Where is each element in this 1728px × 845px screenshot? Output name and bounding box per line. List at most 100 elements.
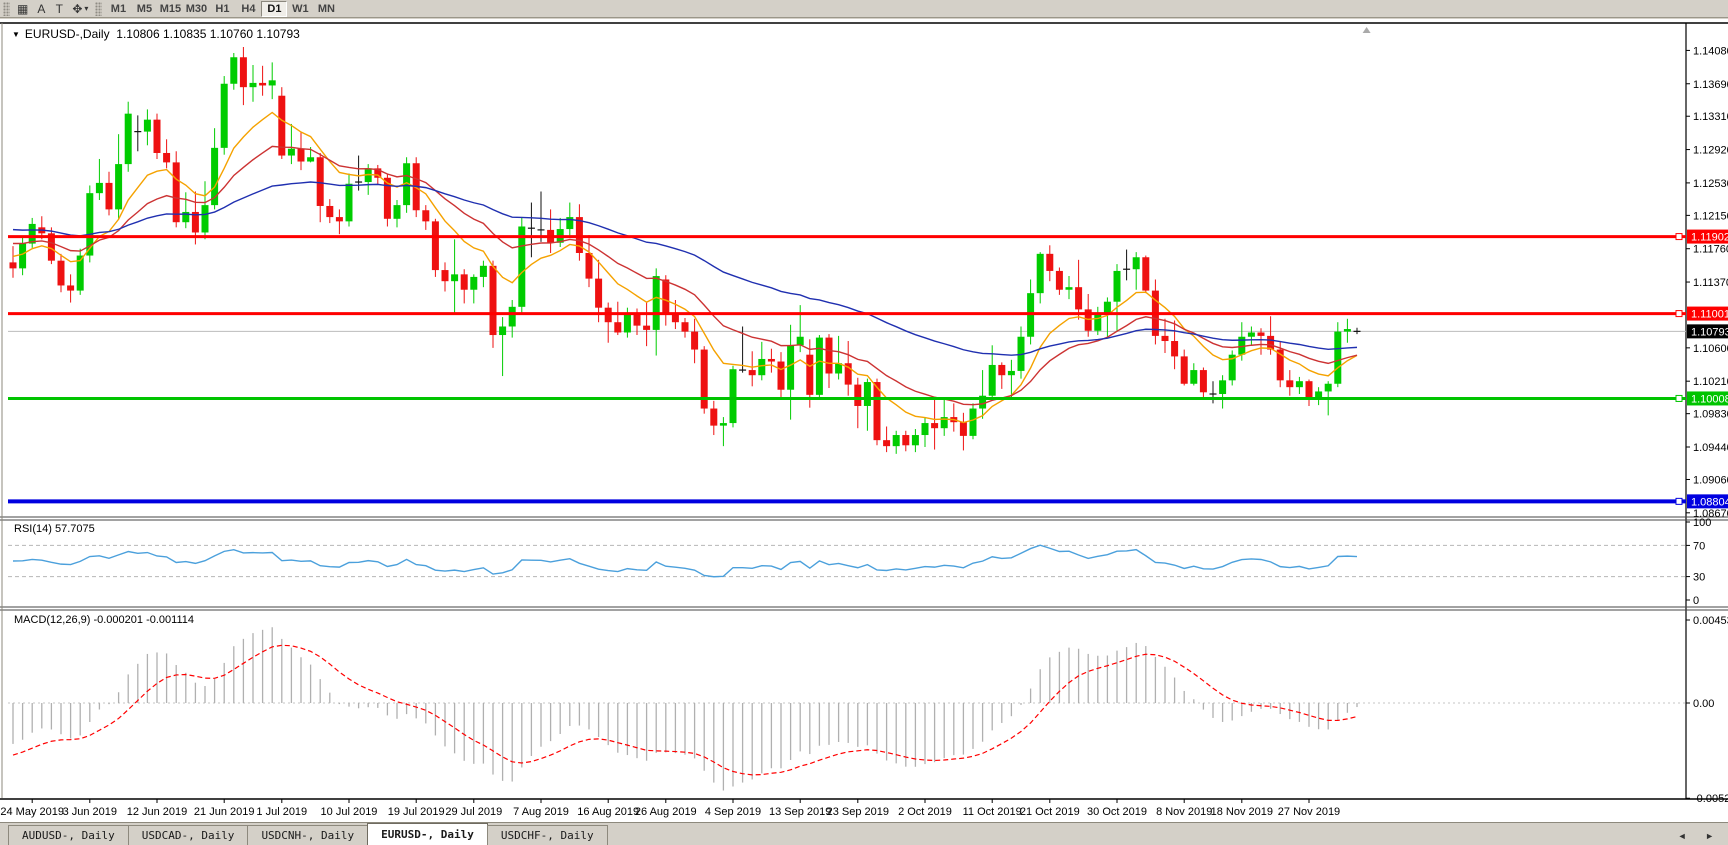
chart-tab-usdchf[interactable]: USDCHF-, Daily bbox=[487, 825, 608, 845]
candle bbox=[154, 120, 161, 153]
date-tick-label: 8 Nov 2019 bbox=[1156, 806, 1212, 818]
candle bbox=[730, 369, 737, 423]
timeframe-button-mn[interactable]: MN bbox=[313, 1, 339, 17]
candle bbox=[1325, 384, 1332, 392]
timeframe-button-d1[interactable]: D1 bbox=[261, 1, 287, 17]
candle bbox=[595, 279, 602, 308]
price-tick-label: 1.13690 bbox=[1693, 79, 1728, 91]
candle bbox=[144, 120, 151, 132]
date-tick-label: 23 Sep 2019 bbox=[827, 806, 889, 818]
candle bbox=[298, 149, 305, 162]
timeframe-button-m5[interactable]: M5 bbox=[131, 1, 157, 17]
candle bbox=[346, 184, 353, 222]
candle bbox=[1056, 271, 1063, 290]
hline-price-label: 1.08804 bbox=[1691, 496, 1728, 508]
candle bbox=[1114, 271, 1121, 302]
candle bbox=[922, 423, 929, 435]
date-tick-label: 2 Oct 2019 bbox=[898, 806, 952, 818]
timeframe-button-m1[interactable]: M1 bbox=[105, 1, 131, 17]
candle bbox=[806, 355, 813, 395]
candle bbox=[931, 423, 938, 428]
rsi-tick-label: 30 bbox=[1693, 572, 1705, 584]
candle bbox=[115, 164, 122, 209]
price-tick-label: 1.09830 bbox=[1693, 409, 1728, 421]
candle bbox=[643, 326, 650, 330]
candle bbox=[269, 80, 276, 85]
candle bbox=[1219, 380, 1226, 394]
candle bbox=[509, 307, 516, 327]
candle bbox=[518, 226, 525, 306]
dropdown-caret-icon[interactable]: ▾ bbox=[84, 4, 88, 13]
macd-tick-label: 0.004536 bbox=[1693, 615, 1728, 627]
candle bbox=[451, 274, 458, 281]
candle bbox=[1286, 380, 1293, 387]
date-tick-label: 27 Nov 2019 bbox=[1278, 806, 1340, 818]
date-tick-label: 24 May 2019 bbox=[0, 806, 64, 818]
candle bbox=[989, 365, 996, 396]
timeframe-button-h4[interactable]: H4 bbox=[235, 1, 261, 17]
date-tick-label: 16 Aug 2019 bbox=[577, 806, 639, 818]
hline-price-label: 1.10008 bbox=[1691, 393, 1728, 405]
candle bbox=[768, 359, 775, 362]
candle bbox=[1133, 257, 1140, 269]
price-tick-label: 1.10210 bbox=[1693, 376, 1728, 388]
macd-indicator-label: MACD(12,26,9) -0.000201 -0.001114 bbox=[14, 614, 194, 626]
candle bbox=[787, 345, 794, 389]
candle bbox=[1267, 336, 1274, 350]
hline-price-label: 1.11902 bbox=[1691, 232, 1728, 244]
chart-tab-usdcad[interactable]: USDCAD-, Daily bbox=[128, 825, 249, 845]
candle bbox=[1046, 254, 1053, 271]
candle bbox=[259, 83, 266, 86]
candle bbox=[221, 84, 228, 148]
hline-anchor[interactable] bbox=[1676, 498, 1682, 504]
chart-symbol-period: EURUSD-,Daily bbox=[25, 27, 110, 41]
cursor-mode-icon[interactable]: ✥▾ bbox=[68, 1, 92, 17]
candle bbox=[1162, 336, 1169, 341]
candle bbox=[720, 423, 727, 426]
text-box-icon[interactable]: T bbox=[50, 1, 68, 17]
candle bbox=[1306, 381, 1313, 398]
candle bbox=[998, 365, 1005, 375]
date-tick-label: 10 Jul 2019 bbox=[321, 806, 378, 818]
date-tick-label: 18 Nov 2019 bbox=[1211, 806, 1273, 818]
chart-title-ohlc: 1.10806 1.10835 1.10760 1.10793 bbox=[116, 27, 300, 41]
text-label-icon[interactable]: A bbox=[32, 1, 50, 17]
candle bbox=[1008, 371, 1015, 375]
hline-anchor[interactable] bbox=[1676, 234, 1682, 240]
tab-scroll-arrows[interactable]: ◄ ► bbox=[1678, 831, 1722, 841]
hline-anchor[interactable] bbox=[1676, 395, 1682, 401]
candle bbox=[326, 206, 333, 217]
chart-tab-usdcnh[interactable]: USDCNH-, Daily bbox=[247, 825, 368, 845]
macd-tick-label: 0.00 bbox=[1693, 698, 1714, 710]
candle bbox=[893, 435, 900, 446]
timeframe-button-m15[interactable]: M15 bbox=[157, 1, 183, 17]
chart-menu-triangle-icon[interactable]: ▼ bbox=[12, 30, 20, 39]
price-tick-label: 1.11760 bbox=[1693, 244, 1728, 256]
candle bbox=[490, 266, 497, 335]
date-tick-label: 19 Jul 2019 bbox=[388, 806, 445, 818]
toolbar-grip-2[interactable] bbox=[95, 2, 102, 16]
candle bbox=[682, 322, 689, 331]
candle bbox=[202, 205, 209, 232]
chart-tab-audusd[interactable]: AUDUSD-, Daily bbox=[8, 825, 129, 845]
hline-anchor[interactable] bbox=[1676, 311, 1682, 317]
candle bbox=[1258, 332, 1265, 335]
candle bbox=[29, 224, 36, 244]
timeframe-button-h1[interactable]: H1 bbox=[209, 1, 235, 17]
candle bbox=[10, 262, 17, 268]
candle bbox=[1296, 381, 1303, 387]
timeframe-button-w1[interactable]: W1 bbox=[287, 1, 313, 17]
candle bbox=[58, 261, 65, 286]
chart-tab-eurusd[interactable]: EURUSD-, Daily bbox=[367, 823, 488, 845]
data-window-icon[interactable]: ▦ bbox=[13, 1, 32, 17]
timeframe-button-m30[interactable]: M30 bbox=[183, 1, 209, 17]
chart-window[interactable]: 1.140801.136901.133101.129201.125301.121… bbox=[0, 19, 1728, 822]
candle bbox=[1037, 254, 1044, 293]
candle bbox=[1200, 370, 1207, 392]
chart-canvas[interactable]: 1.140801.136901.133101.129201.125301.121… bbox=[0, 19, 1728, 822]
toolbar-grip[interactable] bbox=[3, 2, 10, 16]
date-tick-label: 21 Oct 2019 bbox=[1020, 806, 1080, 818]
candle bbox=[1171, 341, 1178, 356]
candle bbox=[480, 266, 487, 277]
candle bbox=[470, 277, 477, 290]
